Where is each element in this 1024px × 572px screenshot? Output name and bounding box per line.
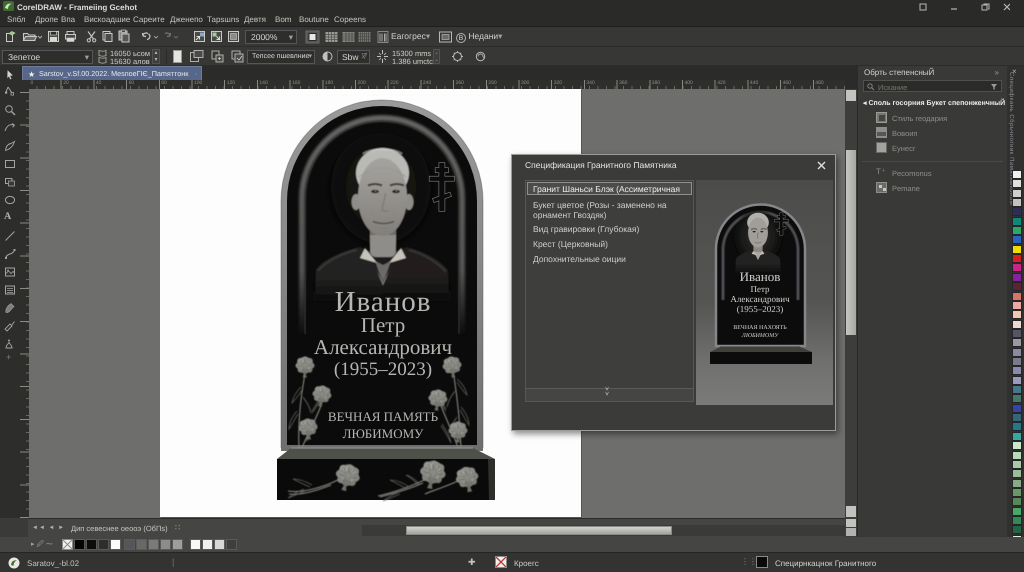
svg-text:Иванов: Иванов — [740, 269, 781, 284]
svg-text:Петр: Петр — [361, 313, 405, 337]
svg-text:(1955–2023): (1955–2023) — [737, 304, 784, 314]
svg-text:ВЕЧНАЯ НАХОЯТЬ: ВЕЧНАЯ НАХОЯТЬ — [733, 325, 787, 331]
svg-text:ЛЮБИМОМУ: ЛЮБИМОМУ — [741, 333, 779, 339]
svg-text:Петр: Петр — [750, 284, 770, 294]
svg-text:Александрович: Александрович — [314, 335, 453, 359]
svg-text:(1955–2023): (1955–2023) — [334, 359, 432, 380]
svg-text:ВЕЧНАЯ ПАМЯТЬ: ВЕЧНАЯ ПАМЯТЬ — [328, 409, 439, 424]
svg-text:Александрович: Александрович — [730, 294, 790, 304]
svg-text:ЛЮБИМОМУ: ЛЮБИМОМУ — [343, 426, 425, 441]
